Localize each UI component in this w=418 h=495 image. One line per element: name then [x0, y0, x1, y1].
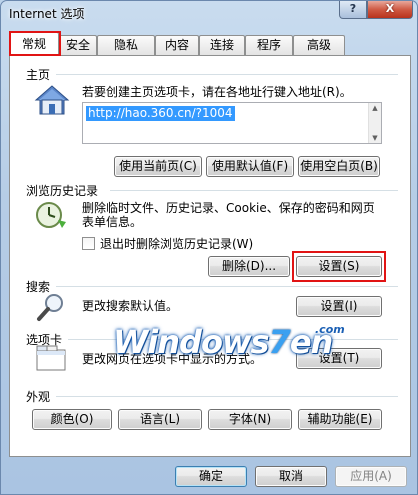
history-separator	[110, 190, 398, 191]
close-button[interactable]: X	[367, 1, 413, 19]
help-button[interactable]: ?	[339, 1, 367, 19]
cancel-button[interactable]: 取消	[255, 466, 327, 487]
watermark-text-pre: Windows	[113, 323, 270, 361]
history-description: 删除临时文件、历史记录、Cookie、保存的密码和网页表单信息。	[82, 201, 375, 229]
delete-history-on-exit-checkbox[interactable]	[82, 237, 95, 250]
home-address-textarea[interactable]: http://hao.360.cn/?1004 ▲ ▼	[82, 102, 382, 144]
general-tab-panel: 主页 若要创建主页选项卡，请在各地址行键入地址(R)。 http://hao.3…	[9, 55, 411, 457]
tab-content[interactable]: 内容	[155, 35, 199, 55]
appearance-section-title: 外观	[26, 390, 51, 404]
history-settings-button[interactable]: 设置(S)	[296, 256, 382, 277]
watermark-text-seven: 7	[268, 323, 291, 361]
languages-button[interactable]: 语言(L)	[118, 409, 202, 430]
scroll-down-arrow-icon[interactable]: ▼	[369, 134, 381, 142]
accessibility-button[interactable]: 辅助功能(E)	[298, 409, 382, 430]
colors-button[interactable]: 颜色(O)	[32, 409, 112, 430]
magnifier-icon	[37, 294, 63, 321]
scroll-up-arrow-icon[interactable]: ▲	[369, 104, 381, 112]
home-description: 若要创建主页选项卡，请在各地址行键入地址(R)。	[82, 85, 352, 99]
watermark-suffix: .com	[315, 323, 345, 336]
internet-options-dialog: Internet 选项 ? X 常规 安全 隐私 内容 连接 程序 高级 主页 …	[0, 0, 418, 495]
use-current-button[interactable]: 使用当前页(C)	[114, 156, 202, 177]
tab-privacy[interactable]: 隐私	[97, 35, 155, 55]
history-clock-icon	[36, 202, 66, 228]
home-address-value: http://hao.360.cn/?1004	[86, 106, 235, 121]
apply-button[interactable]: 应用(A)	[335, 466, 407, 487]
delete-history-button[interactable]: 删除(D)...	[208, 256, 290, 277]
tab-security[interactable]: 安全	[59, 35, 97, 55]
search-description: 更改搜索默认值。	[82, 299, 179, 313]
address-scrollbar[interactable]: ▲ ▼	[368, 103, 381, 143]
home-section-title: 主页	[26, 68, 51, 82]
appearance-separator	[56, 396, 398, 397]
use-default-button[interactable]: 使用默认值(F)	[206, 156, 294, 177]
tab-connections[interactable]: 连接	[199, 35, 245, 55]
title-bar[interactable]: Internet 选项 ? X	[1, 1, 417, 29]
delete-history-on-exit-label[interactable]: 退出时删除浏览历史记录(W)	[100, 237, 253, 251]
search-separator	[56, 286, 398, 287]
history-section-title: 浏览历史记录	[26, 184, 99, 198]
fonts-button[interactable]: 字体(N)	[208, 409, 292, 430]
tab-programs[interactable]: 程序	[245, 35, 293, 55]
home-icon	[34, 85, 70, 115]
home-separator	[56, 74, 398, 75]
tabs-icon	[36, 345, 66, 371]
tab-general[interactable]: 常规	[9, 32, 59, 56]
window-title: Internet 选项	[9, 7, 85, 21]
search-settings-button[interactable]: 设置(I)	[296, 296, 382, 317]
use-blank-button[interactable]: 使用空白页(B)	[298, 156, 380, 177]
tab-advanced[interactable]: 高级	[293, 35, 345, 55]
ok-button[interactable]: 确定	[175, 466, 247, 487]
